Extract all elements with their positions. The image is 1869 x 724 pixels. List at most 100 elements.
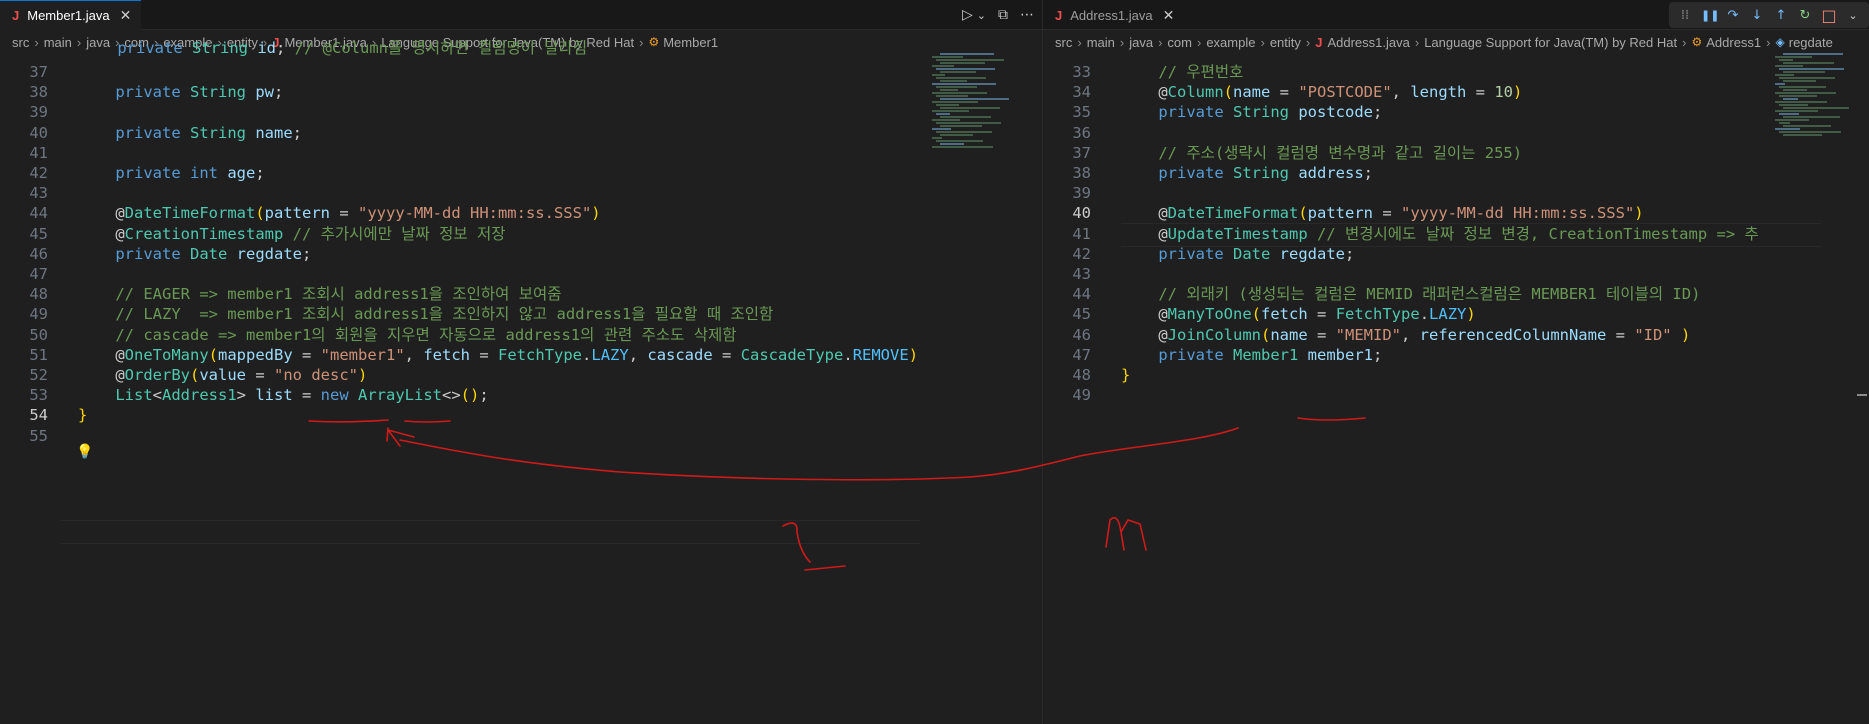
left-editor-group: J Member1.java ✕ ▷ ⌄ ⧉ ⋯ src › main › java › c… <box>0 0 1042 724</box>
minimap[interactable] <box>932 53 1022 173</box>
minimap-line <box>1783 125 1831 127</box>
breadcrumb-item[interactable]: Language Support for Java(TM) by Red Hat <box>1424 35 1677 50</box>
minimap-line <box>940 71 976 73</box>
chevron-right-icon: › <box>1260 34 1265 50</box>
minimap-line <box>936 59 1004 61</box>
editor-actions: ▷ ⌄ ⧉ ⋯ <box>962 0 1034 30</box>
minimap-line <box>940 134 973 136</box>
line-number: 55 <box>29 426 48 445</box>
chevron-right-icon: › <box>1414 34 1420 50</box>
java-file-icon: J <box>1315 34 1323 50</box>
minimap-line <box>940 80 967 82</box>
more-actions-icon[interactable]: ⋯ <box>1020 7 1034 23</box>
close-icon[interactable]: ✕ <box>120 7 132 24</box>
minimap-line <box>932 146 993 148</box>
minimap-line <box>932 56 963 58</box>
breadcrumb-item[interactable]: Address1.java <box>1327 35 1409 50</box>
breadcrumb-item[interactable]: Member1 <box>663 35 718 50</box>
breadcrumb: src › main › java › com › example › entity › J Addres… <box>1043 31 1869 53</box>
lightbulb-icon[interactable]: 💡 <box>76 444 93 460</box>
run-icon[interactable]: ▷ <box>962 7 973 23</box>
minimap-line <box>936 86 977 88</box>
code-line: private Date regdate; <box>1158 244 1355 263</box>
minimap-line <box>936 77 986 79</box>
minimap-line <box>1779 131 1841 133</box>
right-tab-bar: J Address1.java ✕ ⁞⁞ ❚❚ ↷ ↓ ↑ ↻ □ ⌄ <box>1043 0 1869 30</box>
code-line: private String name; <box>115 123 303 142</box>
code-line: private String id; // @Column을 명시하면 컬럼명이… <box>117 39 588 57</box>
minimap-line <box>940 98 1009 100</box>
minimap-line <box>1775 92 1836 94</box>
minimap-line <box>1775 65 1803 67</box>
breadcrumb-item[interactable]: example <box>1206 35 1255 50</box>
code-line: } <box>78 406 88 425</box>
left-tab-bar: J Member1.java ✕ ▷ ⌄ ⧉ ⋯ <box>0 0 1042 30</box>
minimap-line <box>940 62 985 64</box>
minimap-line <box>932 119 960 121</box>
minimap-line <box>1779 113 1799 115</box>
breadcrumb-item[interactable]: src <box>12 35 29 50</box>
stop-icon[interactable]: □ <box>1821 6 1837 25</box>
code-line: private String pw; <box>115 83 284 102</box>
minimap-line <box>1775 119 1809 121</box>
code-editor[interactable]: 33 34 35 36 37 38 39 40 41 42 43 44 45 46 47 48 49 // 우편… <box>1043 53 1869 724</box>
minimap-line <box>1779 68 1844 70</box>
minimap-line <box>936 95 968 97</box>
minimap-line <box>940 116 991 118</box>
minimap-line <box>1783 134 1822 136</box>
minimap-line <box>940 89 958 91</box>
minimap-line <box>1775 110 1818 112</box>
minimap-line <box>1779 59 1793 61</box>
code-line: } <box>1121 366 1131 384</box>
split-editor-icon[interactable]: ⧉ <box>998 7 1008 23</box>
minimap-line <box>1779 122 1790 124</box>
breadcrumb-item[interactable]: com <box>1167 35 1192 50</box>
minimap-line <box>1775 101 1827 103</box>
minimap-line <box>1783 98 1798 100</box>
breadcrumb-item[interactable]: src <box>1055 35 1072 50</box>
chevron-right-icon: › <box>1158 34 1163 50</box>
minimap-line <box>1783 80 1816 82</box>
pause-icon[interactable]: ❚❚ <box>1701 9 1719 22</box>
chevron-right-icon: › <box>1682 34 1687 50</box>
minimap-line <box>1783 62 1834 64</box>
java-file-icon: J <box>12 8 20 23</box>
breadcrumb-item[interactable]: main <box>1087 35 1115 50</box>
code-editor[interactable]: private String id; // @Column을 명시하면 컬럼명이… <box>0 39 1042 724</box>
chevron-down-icon[interactable]: ⌄ <box>1845 9 1861 22</box>
code-line: List<Address1> list = new ArrayList<>(); <box>115 386 489 405</box>
breadcrumb-item[interactable]: main <box>44 35 72 50</box>
breadcrumb-item[interactable]: Address1 <box>1706 35 1761 50</box>
class-symbol-icon: ⚙ <box>1691 35 1703 49</box>
minimap[interactable] <box>1775 53 1865 173</box>
minimap-line <box>936 113 950 115</box>
restart-icon[interactable]: ↻ <box>1797 8 1813 23</box>
class-symbol-icon: ⚙ <box>648 35 660 49</box>
current-line-highlight <box>60 520 920 544</box>
minimap-line <box>1783 89 1807 91</box>
breadcrumb-item[interactable]: java <box>1129 35 1153 50</box>
chevron-right-icon: › <box>1305 34 1311 50</box>
minimap-line <box>936 122 1001 124</box>
drag-handle-icon[interactable]: ⁞⁞ <box>1677 8 1693 23</box>
minimap-line <box>1779 86 1826 88</box>
breadcrumb-item[interactable]: regdate <box>1789 35 1833 50</box>
minimap-line <box>1775 83 1785 85</box>
tab-address1-java[interactable]: J Address1.java ✕ <box>1043 0 1184 30</box>
step-into-icon[interactable]: ↓ <box>1749 8 1765 23</box>
tab-member1-java[interactable]: J Member1.java ✕ <box>0 0 142 30</box>
minimap-line <box>932 128 951 130</box>
step-over-icon[interactable]: ↷ <box>1725 8 1741 23</box>
close-icon[interactable]: ✕ <box>1163 7 1175 24</box>
chevron-down-icon[interactable]: ⌄ <box>977 9 986 22</box>
breadcrumb-item[interactable]: entity <box>1270 35 1301 50</box>
minimap-line <box>1779 104 1808 106</box>
scrollbar-marker[interactable] <box>1857 394 1867 396</box>
debug-toolbar: ⁞⁞ ❚❚ ↷ ↓ ↑ ↻ □ ⌄ <box>1669 2 1869 28</box>
right-editor-group: J Address1.java ✕ ⁞⁞ ❚❚ ↷ ↓ ↑ ↻ □ ⌄ src ›… <box>1043 0 1869 724</box>
step-out-icon[interactable]: ↑ <box>1773 8 1789 23</box>
code-line: private String address; <box>1158 164 1374 182</box>
minimap-line <box>1779 95 1817 97</box>
field-symbol-icon: ◈ <box>1775 35 1785 49</box>
minimap-line <box>936 68 995 70</box>
